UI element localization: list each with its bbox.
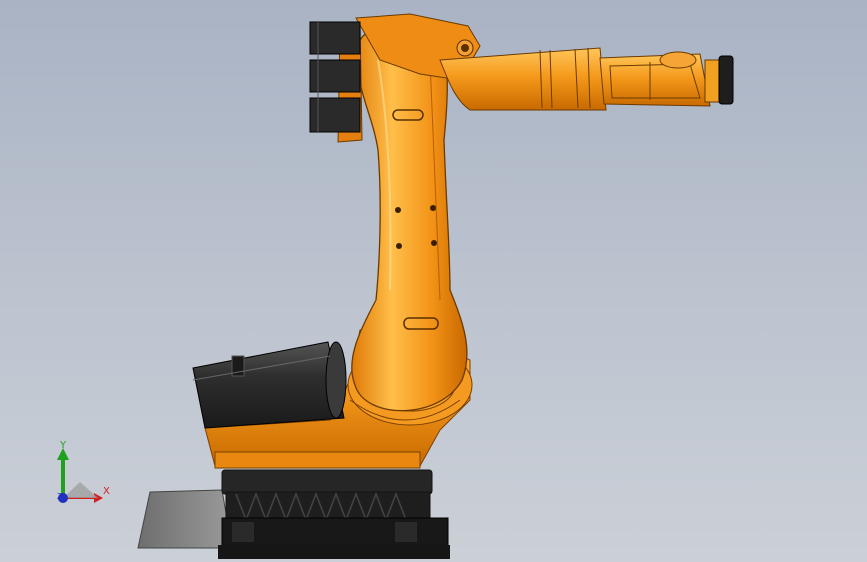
tool-flange — [704, 55, 734, 105]
base-motor — [192, 341, 347, 429]
coordinate-triad: Y X Z — [40, 436, 130, 516]
wrist-motors — [309, 21, 361, 133]
y-axis-label: Y — [60, 440, 67, 451]
cad-viewport[interactable]: Y X Z — [0, 0, 867, 562]
base-platform — [137, 489, 233, 549]
base-turntable — [218, 469, 450, 559]
triad-graphic — [57, 448, 103, 503]
wrist — [599, 51, 711, 107]
robot-arm-model[interactable] — [0, 0, 867, 562]
z-axis-label: Z — [57, 492, 63, 501]
x-axis-label: X — [103, 486, 110, 497]
